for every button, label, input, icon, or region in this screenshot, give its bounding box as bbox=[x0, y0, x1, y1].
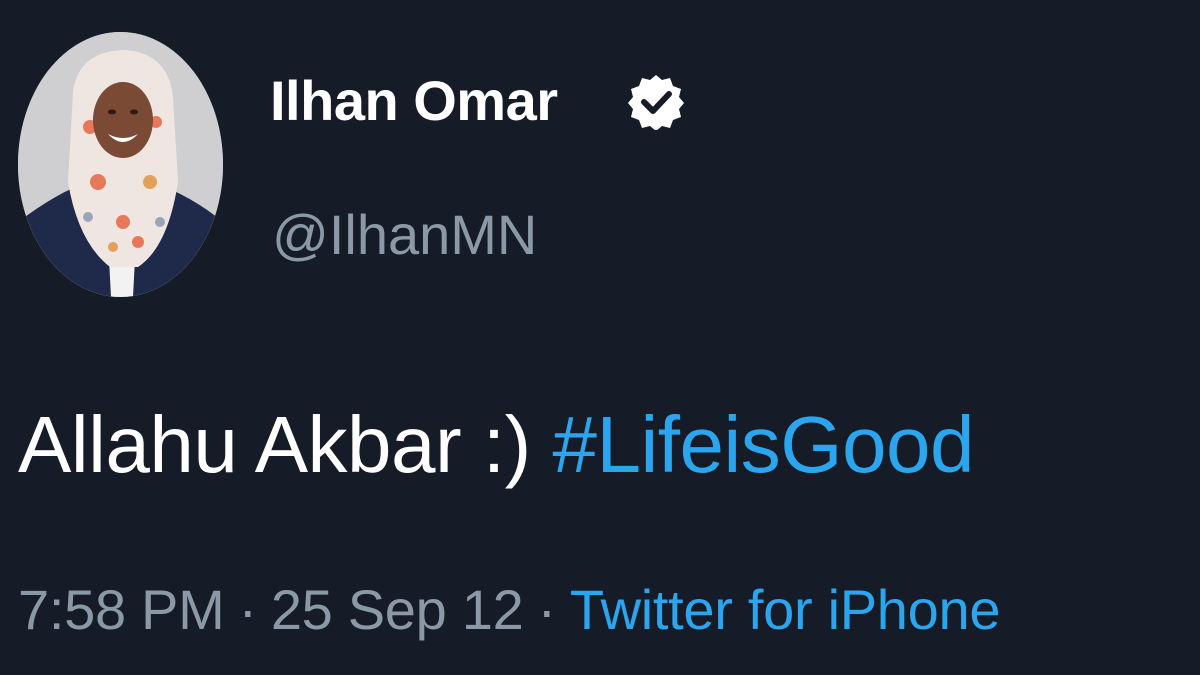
tweet-card: Ilhan Omar @IlhanMN Allahu Akbar :) #Lif… bbox=[0, 0, 1200, 675]
profile-photo-icon bbox=[18, 32, 223, 297]
verified-badge-icon bbox=[628, 75, 684, 130]
tweet-source-link[interactable]: Twitter for iPhone bbox=[570, 578, 1001, 641]
tweet-date[interactable]: 25 Sep 12 bbox=[271, 578, 524, 641]
tweet-text: Allahu Akbar :) #LifeisGood bbox=[18, 395, 974, 495]
meta-separator: · bbox=[238, 578, 257, 641]
tweet-time[interactable]: 7:58 PM bbox=[18, 578, 225, 641]
meta-separator: · bbox=[537, 578, 556, 641]
user-handle[interactable]: @IlhanMN bbox=[272, 200, 537, 270]
tweet-meta: 7:58 PM · 25 Sep 12 · Twitter for iPhone bbox=[18, 575, 1000, 645]
avatar[interactable] bbox=[18, 32, 223, 297]
display-name[interactable]: Ilhan Omar bbox=[270, 66, 558, 136]
hashtag-link[interactable]: #LifeisGood bbox=[553, 400, 975, 489]
tweet-text-plain: Allahu Akbar :) bbox=[18, 400, 531, 489]
